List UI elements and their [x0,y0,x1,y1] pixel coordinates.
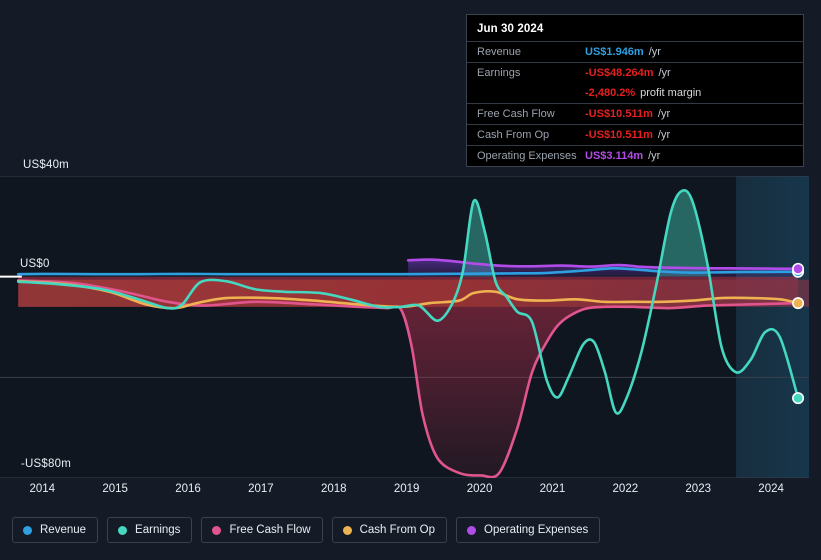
tooltip-row-label: Earnings [477,66,521,79]
legend-color-dot-icon [212,525,222,535]
cashfromop-end-marker [792,297,805,310]
tooltip-row-value: US$3.114m [585,149,644,162]
x-axis-tick-2020: 2020 [466,483,493,495]
tooltip-row-label: Free Cash Flow [477,107,555,120]
legend-color-dot-icon [118,525,128,535]
x-axis-tick-2021: 2021 [539,483,566,495]
tooltip-row: Operating Expenses US$3.114m/yr [467,145,803,166]
x-axis-tick-2022: 2022 [612,483,639,495]
tooltip-row-unit: /yr [648,149,661,162]
financial-chart-svg [0,176,809,478]
tooltip-row-value: -2,480.2% [585,86,636,99]
legend-item-revenue[interactable]: Revenue [12,517,99,543]
tooltip-row: Free Cash Flow -US$10.511m/yr [467,103,803,124]
tooltip-row: Cash From Op -US$10.511m/yr [467,124,803,145]
x-axis-tick-2014: 2014 [29,483,56,495]
legend-color-dot-icon [342,525,352,535]
x-axis-tick-2024: 2024 [758,483,784,495]
x-axis-tick-2016: 2016 [175,483,201,495]
legend-item-label: Cash From Op [359,524,436,536]
tooltip-row: Revenue US$1.946m/yr [467,41,803,62]
data-tooltip: Jun 30 2024 Revenue US$1.946m/yr Earnings -… [466,14,804,167]
tooltip-row-unit: /yr [648,45,661,58]
tooltip-row-unit: /yr [657,128,671,141]
tooltip-row-unit: /yr [657,107,671,120]
y-axis-label-zero: US$0 [20,258,50,270]
tooltip-row-value: -US$10.511m [585,128,653,141]
tooltip-row-label: Cash From Op [477,128,550,141]
opex-end-marker [792,262,805,275]
tooltip-rows: Revenue US$1.946m/yr Earnings -US$48.264m/y… [467,41,803,166]
x-axis-tick-2017: 2017 [248,483,274,495]
legend-item-earnings[interactable]: Earnings [107,517,193,543]
tooltip-row-unit: /yr [658,66,671,79]
legend-item-label: Earnings [135,524,181,536]
tooltip-row: Earnings -US$48.264m/yr [467,62,803,83]
legend-item-free-cash-flow[interactable]: Free Cash Flow [201,517,323,543]
tooltip-row: -2,480.2% profit margin [467,83,803,103]
earnings-end-marker [792,392,805,405]
legend-item-label: Free Cash Flow [229,524,311,536]
legend-item-operating-expenses[interactable]: Operating Expenses [456,517,601,543]
tooltip-row-value: US$1.946m [585,45,644,58]
chart-plot-area [0,176,809,478]
x-axis: 2014 2015 2016 2017 2018 2019 2020 2021 2022 2023… [0,483,821,505]
tooltip-date: Jun 30 2024 [477,23,544,35]
legend-item-label: Operating Expenses [484,524,589,536]
tooltip-row-unit: profit margin [640,86,702,99]
x-axis-tick-2018: 2018 [321,483,347,495]
legend-color-dot-icon [23,525,32,535]
legend-item-label: Revenue [40,524,87,536]
chart-legend: Revenue Earnings Free Cash Flow Cash From O… [12,517,601,543]
x-axis-tick-2015: 2015 [102,483,128,495]
x-axis-tick-2023: 2023 [685,483,711,495]
tooltip-row-value: -US$10.511m [585,107,653,120]
chart-page: US$40m US$0 -US$80m 2014 2015 2016 2017 2018… [0,0,821,560]
y-axis-label-top: US$40m [23,159,69,171]
legend-color-dot-icon [467,525,477,535]
y-axis-label-bottom: -US$80m [21,458,71,470]
tooltip-row-value: -US$48.264m [585,66,654,79]
x-axis-tick-2019: 2019 [393,483,420,495]
tooltip-row-label: Operating Expenses [477,149,577,162]
tooltip-row-label: Revenue [477,45,522,58]
legend-item-cash-from-op[interactable]: Cash From Op [331,517,448,543]
